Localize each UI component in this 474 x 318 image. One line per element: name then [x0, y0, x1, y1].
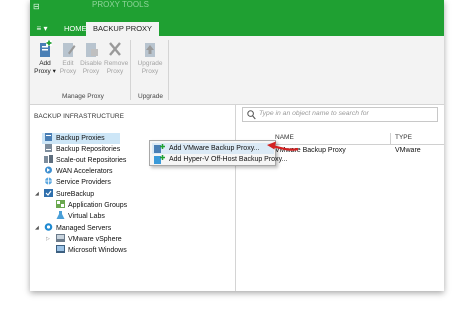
- edit-proxy-button[interactable]: Edit Proxy: [57, 40, 79, 76]
- managed-servers-icon: [44, 223, 53, 231]
- expander-managed-servers[interactable]: ◢: [35, 225, 39, 231]
- add-proxy-label-1: Add: [39, 60, 51, 67]
- manage-proxy-group-label: Manage Proxy: [62, 93, 104, 100]
- tree-item-virtual-labs[interactable]: Virtual Labs: [56, 211, 105, 222]
- expander-vmware-vsphere[interactable]: ▷: [46, 236, 50, 242]
- windows-icon: [56, 245, 65, 253]
- tree-item-label: Scale-out Repositories: [56, 157, 127, 164]
- search-icon: [247, 110, 256, 120]
- proxy-icon: [45, 133, 52, 141]
- disable-proxy-icon: [86, 43, 98, 57]
- expander-surebackup[interactable]: ◢: [35, 191, 39, 197]
- tree-item-surebackup[interactable]: SureBackup: [44, 189, 94, 200]
- nav-header: BACKUP INFRASTRUCTURE: [34, 113, 125, 120]
- tree-item-scale-out-repositories[interactable]: Scale-out Repositories: [44, 155, 126, 166]
- menu-item-add-hyperv-proxy[interactable]: Add Hyper-V Off-Host Backup Proxy...: [152, 154, 287, 165]
- remove-proxy-button[interactable]: Remove Proxy: [104, 40, 129, 76]
- tree-item-microsoft-windows[interactable]: Microsoft Windows: [56, 245, 127, 256]
- upgrade-proxy-button[interactable]: Upgrade Proxy: [136, 40, 164, 76]
- table-cell-type[interactable]: VMware: [395, 147, 421, 154]
- title-bar: ⊟ PROXY TOOLS ≡ ▾ HOME BACKUP PROXY: [30, 0, 444, 37]
- edit-proxy-icon: [63, 43, 76, 57]
- surebackup-icon: [44, 189, 53, 197]
- disable-proxy-label-1: Disable: [80, 60, 102, 67]
- tree-item-application-groups[interactable]: Application Groups: [56, 200, 127, 211]
- tree-item-service-providers[interactable]: Service Providers: [44, 177, 111, 188]
- tree-item-label: Backup Proxies: [56, 135, 105, 142]
- navigation-pane: BACKUP INFRASTRUCTURE Backup Proxies Bac…: [30, 105, 236, 291]
- context-menu: Add VMware Backup Proxy... Add Hyper-V O…: [149, 140, 287, 166]
- edit-proxy-label-2: Proxy: [59, 68, 77, 75]
- application-group-icon: [56, 200, 65, 208]
- page: ⊟ PROXY TOOLS ≡ ▾ HOME BACKUP PROXY Add …: [0, 0, 474, 318]
- tree-item-label: Application Groups: [68, 202, 128, 209]
- annotation-arrow-icon: [267, 141, 299, 151]
- menu-item-add-vmware-proxy[interactable]: Add VMware Backup Proxy...: [152, 143, 274, 154]
- disable-proxy-label-2: Proxy: [82, 68, 100, 75]
- add-proxy-button[interactable]: Add Proxy ▾: [34, 40, 56, 76]
- repository-icon: [45, 144, 52, 152]
- window-icon: ⊟: [33, 2, 40, 11]
- ribbon-separator: [168, 40, 169, 100]
- scale-out-repository-icon: [44, 155, 53, 163]
- tree-item-managed-servers[interactable]: Managed Servers: [44, 223, 111, 234]
- tree-item-vmware-vsphere[interactable]: VMware vSphere: [56, 234, 122, 245]
- ribbon-separator: [130, 40, 131, 100]
- virtual-lab-icon: [56, 211, 65, 219]
- tree-item-label: VMware vSphere: [68, 236, 122, 243]
- search-placeholder: Type in an object name to search for: [259, 110, 369, 117]
- ribbon: Add Proxy ▾ Edit Proxy Disable Proxy Rem…: [30, 36, 444, 105]
- app-menu-button[interactable]: ≡ ▾: [32, 22, 52, 36]
- upgrade-proxy-icon: [145, 43, 155, 57]
- tree-item-label: Virtual Labs: [68, 213, 105, 220]
- remove-proxy-label-1: Remove: [104, 60, 129, 67]
- tree-item-label: Managed Servers: [56, 225, 112, 232]
- remove-proxy-label-2: Proxy: [106, 68, 124, 75]
- tree-item-label: Service Providers: [56, 179, 111, 186]
- remove-proxy-icon: [109, 42, 121, 56]
- app-window: ⊟ PROXY TOOLS ≡ ▾ HOME BACKUP PROXY Add …: [30, 0, 444, 291]
- tree-item-backup-proxies[interactable]: Backup Proxies: [42, 133, 120, 144]
- window-title: PROXY TOOLS: [92, 0, 149, 8]
- vmware-icon: [56, 234, 65, 242]
- edit-proxy-label-1: Edit: [62, 60, 74, 67]
- tab-backup-proxy[interactable]: BACKUP PROXY: [86, 22, 160, 37]
- upgrade-group-label: Upgrade: [138, 93, 163, 100]
- wan-accelerator-icon: [45, 166, 52, 174]
- add-vmware-proxy-icon: [154, 144, 165, 153]
- tree-item-label: SureBackup: [56, 191, 95, 198]
- tree-item-label: Backup Repositories: [56, 146, 121, 153]
- tree-item-label: WAN Accelerators: [56, 168, 113, 175]
- upgrade-proxy-label-2: Proxy: [141, 68, 159, 75]
- add-proxy-icon: [40, 40, 52, 57]
- tree-item-label: Microsoft Windows: [68, 247, 127, 254]
- disable-proxy-button[interactable]: Disable Proxy: [80, 40, 102, 76]
- add-hyperv-proxy-icon: [154, 155, 165, 164]
- main-pane: Type in an object name to search for NAM…: [237, 105, 444, 291]
- add-proxy-label-2: Proxy ▾: [34, 68, 56, 75]
- tree-item-backup-repositories[interactable]: Backup Repositories: [44, 144, 120, 155]
- menu-item-label: Add VMware Backup Proxy...: [169, 145, 260, 152]
- upgrade-proxy-label-1: Upgrade: [137, 60, 163, 67]
- tree-item-wan-accelerators[interactable]: WAN Accelerators: [44, 166, 113, 177]
- column-header-type[interactable]: TYPE: [395, 134, 412, 141]
- column-separator: [390, 133, 391, 145]
- search-input[interactable]: Type in an object name to search for: [242, 107, 438, 122]
- service-provider-icon: [45, 177, 52, 185]
